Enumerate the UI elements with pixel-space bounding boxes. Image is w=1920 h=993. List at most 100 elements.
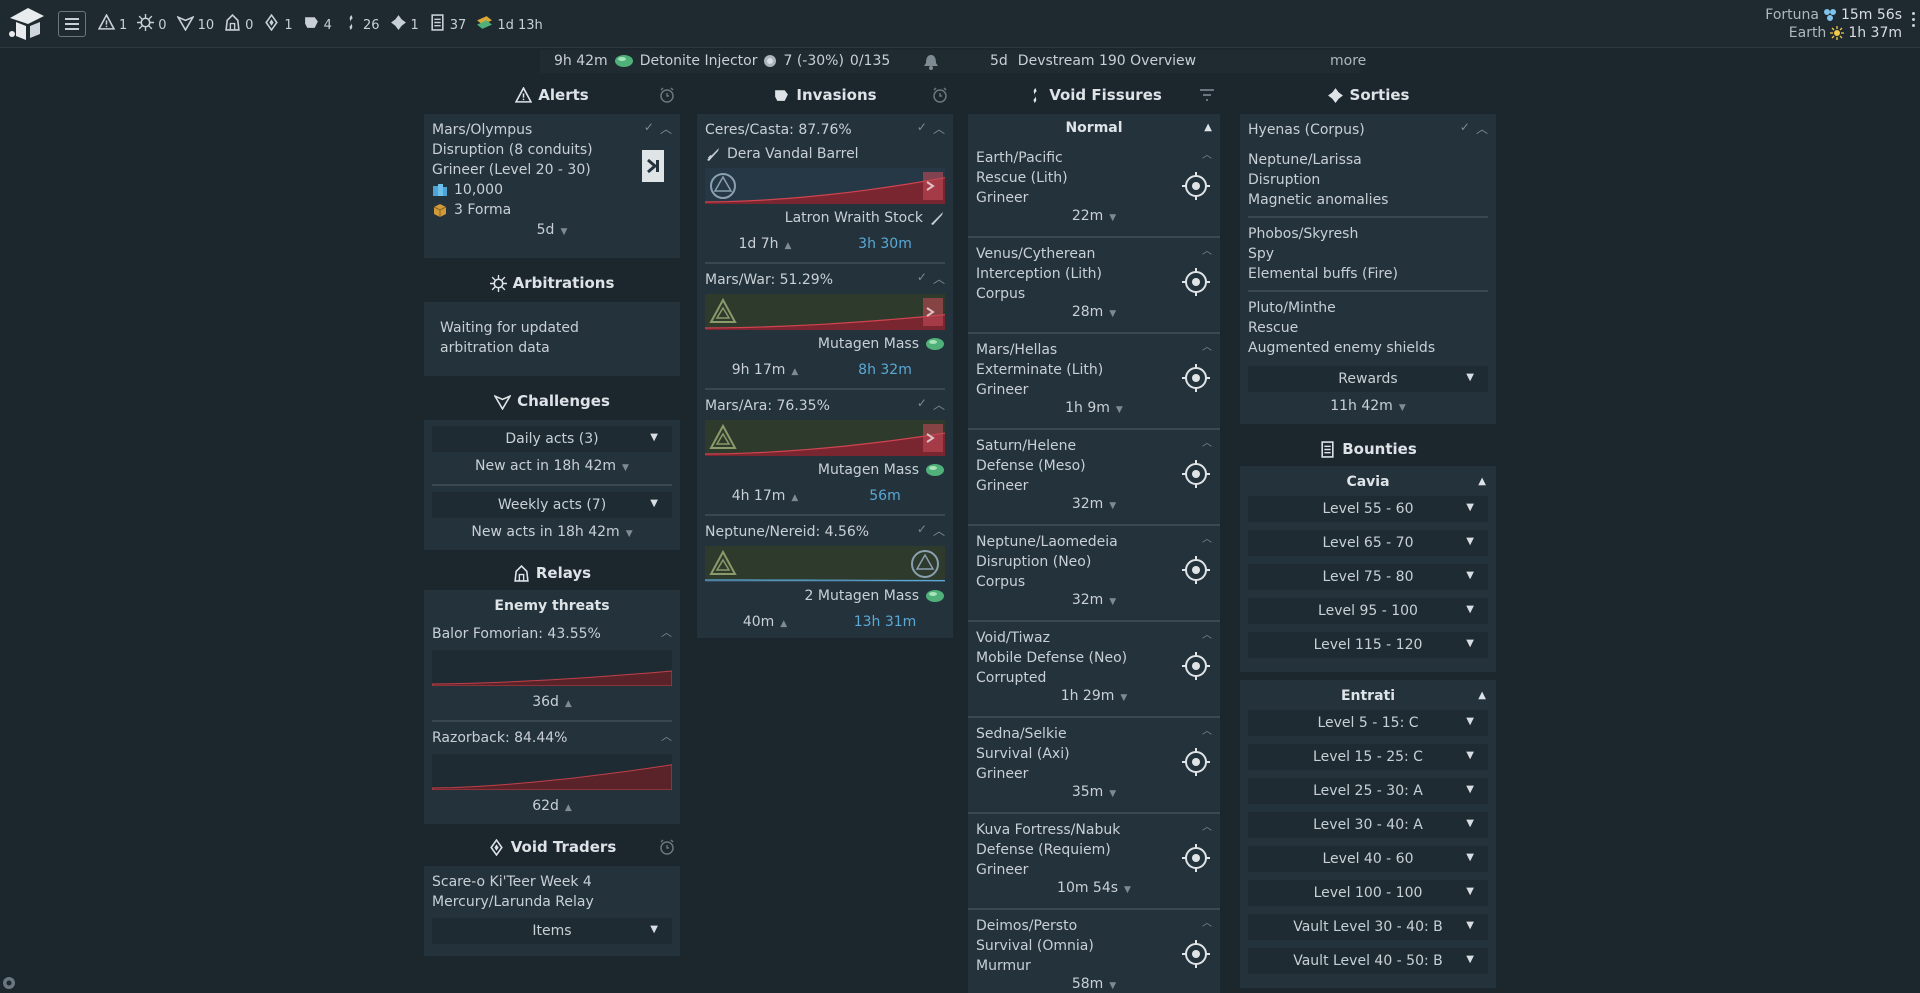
fissure-enemy: Grineer [976, 766, 1029, 782]
chevron-up-icon: ▲ [1478, 690, 1486, 701]
stat-alerts[interactable]: 1 [98, 14, 127, 33]
relays-icon [225, 14, 240, 31]
check-icon[interactable]: ✓ [644, 120, 654, 137]
bounty-level-dropdown[interactable]: Level 95 - 100 ▼ [1248, 598, 1488, 624]
mutagen-mass-icon [926, 464, 944, 476]
daily-acts-dropdown[interactable]: Daily acts (3) ▼ [432, 426, 672, 452]
alert-enemy: Grineer (Level 20 - 30) [432, 162, 591, 178]
collapse-icon[interactable]: ︿ [1202, 530, 1212, 545]
collapse-icon[interactable]: ︿ [1202, 818, 1212, 833]
collapse-icon[interactable]: ︿ [1202, 722, 1212, 737]
stat-arbitrations[interactable]: 0 [137, 14, 167, 33]
stat-void-traders[interactable]: 1 [263, 14, 293, 33]
void-traders-header: Void Traders [424, 834, 680, 860]
news-item[interactable]: 5d Devstream 190 Overview [990, 53, 1196, 69]
stat-relays[interactable]: 0 [224, 14, 253, 33]
alarm-clock-icon[interactable] [931, 86, 949, 104]
cycle-earth[interactable]: Earth 1h 37m [1765, 24, 1902, 42]
stat-challenges[interactable]: 10 [176, 14, 214, 33]
bounty-level-dropdown[interactable]: Level 65 - 70 ▼ [1248, 530, 1488, 556]
mutagen-mass-icon [926, 338, 944, 350]
fissure-mission: Survival (Omnia) [976, 938, 1094, 954]
stat-bounties[interactable]: 37 [429, 14, 466, 33]
bounty-level-dropdown[interactable]: Level 115 - 120 ▼ [1248, 632, 1488, 658]
invasion-time: 56m [869, 488, 901, 504]
collapse-icon[interactable]: ︿ [661, 624, 672, 640]
bounty-level-dropdown[interactable]: Level 40 - 60 ▼ [1248, 846, 1488, 872]
collapse-icon[interactable]: ︿ [933, 396, 945, 413]
stat-fissures[interactable]: 26 [342, 14, 380, 33]
more-options-icon[interactable] [1912, 12, 1916, 27]
check-icon[interactable]: ✓ [917, 396, 927, 413]
chevron-down-icon: ▼ [1466, 536, 1474, 547]
collapse-icon[interactable]: ︿ [1202, 626, 1212, 641]
deal-item-icon [614, 55, 633, 67]
bounty-level-dropdown[interactable]: Vault Level 40 - 50: B ▼ [1248, 948, 1488, 974]
cycle-fortuna[interactable]: Fortuna 15m 56s [1765, 6, 1902, 24]
collapse-icon[interactable]: ︿ [1476, 120, 1488, 137]
stat-invasions[interactable]: 4 [303, 14, 332, 33]
filter-icon[interactable] [1198, 86, 1216, 104]
bounty-group-header[interactable]: Entrati ▲ [1248, 686, 1488, 706]
fissures-icon [349, 15, 353, 30]
news-more-link[interactable]: more [1330, 53, 1366, 69]
bounty-level-dropdown[interactable]: Vault Level 30 - 40: B ▼ [1248, 914, 1488, 940]
fissure-node: Mars/Hellas [976, 342, 1058, 358]
daily-deal[interactable]: 9h 42m Detonite Injector 7 (-30%) 0/135 [554, 53, 890, 69]
check-icon[interactable]: ✓ [1460, 120, 1470, 137]
sortie-rewards-dropdown[interactable]: Rewards ▼ [1248, 366, 1488, 392]
news-bar: 9h 42m Detonite Injector 7 (-30%) 0/135 … [540, 50, 1366, 73]
bounty-level-dropdown[interactable]: Level 100 - 100 ▼ [1248, 880, 1488, 906]
collapse-icon[interactable]: ︿ [660, 120, 672, 137]
collapse-icon[interactable]: ︿ [1202, 242, 1212, 257]
bounty-level-dropdown[interactable]: Level 55 - 60 ▼ [1248, 496, 1488, 522]
fissure-enemy: Grineer [976, 382, 1029, 398]
bounty-level-dropdown[interactable]: Level 30 - 40: A ▼ [1248, 812, 1488, 838]
relays-card: Enemy threats Balor Fomorian: 43.55% ︿ 3… [424, 590, 680, 824]
collapse-icon[interactable]: ︿ [1202, 338, 1212, 353]
fissure-group-header[interactable]: Normal ▲ [968, 114, 1220, 142]
sortie-mission: Pluto/Minthe Rescue Augmented enemy shie… [1248, 300, 1436, 356]
collapse-icon[interactable]: ︿ [661, 728, 672, 744]
notification-bell-icon[interactable] [922, 53, 940, 71]
collapse-icon[interactable]: ︿ [1202, 434, 1212, 449]
fissure-mission: Defense (Requiem) [976, 842, 1111, 858]
main-menu-button[interactable] [58, 11, 86, 37]
bounty-level-dropdown[interactable]: Level 75 - 80 ▼ [1248, 564, 1488, 590]
invasion-node: Mars/Ara: 76.35% [705, 398, 830, 414]
invasion-node: Ceres/Casta: 87.76% [705, 122, 852, 138]
settings-icon[interactable] [2, 976, 16, 990]
stat-event[interactable]: 1d 13h [476, 14, 543, 33]
invasion-defender-reward: Mutagen Mass [705, 460, 945, 480]
bounty-level-dropdown[interactable]: Level 25 - 30: A ▼ [1248, 778, 1488, 804]
fissures-header: Void Fissures [968, 82, 1220, 108]
bounty-level-dropdown[interactable]: Level 15 - 25: C ▼ [1248, 744, 1488, 770]
check-icon[interactable]: ✓ [917, 522, 927, 539]
invasion-node: Neptune/Nereid: 4.56% [705, 524, 870, 540]
fissure-enemy: Corrupted [976, 670, 1047, 686]
top-bar: 1 0 10 0 1 4 26 1 37 1d 13h Fortuna 15m … [0, 0, 1920, 48]
void-trader-icon [489, 838, 503, 856]
alert-icon [515, 86, 533, 103]
bounty-group-header[interactable]: Cavia ▲ [1248, 472, 1488, 492]
check-icon[interactable]: ✓ [917, 270, 927, 287]
alarm-clock-icon[interactable] [658, 86, 676, 104]
void-trader-items-dropdown[interactable]: Items ▼ [432, 918, 672, 944]
collapse-icon[interactable]: ︿ [933, 270, 945, 287]
app-logo-icon[interactable] [6, 4, 48, 44]
chevron-down-icon: ▼ [1466, 750, 1474, 761]
platinum-icon [764, 55, 777, 67]
arbitration-card: Waiting for updated arbitration data [424, 302, 680, 376]
collapse-icon[interactable]: ︿ [933, 522, 945, 539]
collapse-icon[interactable]: ︿ [1202, 914, 1212, 929]
bounty-level-dropdown[interactable]: Level 5 - 15: C ▼ [1248, 710, 1488, 736]
stat-sorties[interactable]: 1 [390, 14, 419, 33]
weekly-acts-dropdown[interactable]: Weekly acts (7) ▼ [432, 492, 672, 518]
fissure-enemy: Murmur [976, 958, 1031, 974]
collapse-icon[interactable]: ︿ [933, 120, 945, 137]
fissure-time: 32m ▼ [1071, 592, 1117, 608]
collapse-icon[interactable]: ︿ [1202, 146, 1212, 161]
alarm-clock-icon[interactable] [658, 838, 676, 856]
sorties-card: ✓ ︿ Hyenas (Corpus) Neptune/Larissa Disru… [1240, 114, 1496, 424]
check-icon[interactable]: ✓ [917, 120, 927, 137]
